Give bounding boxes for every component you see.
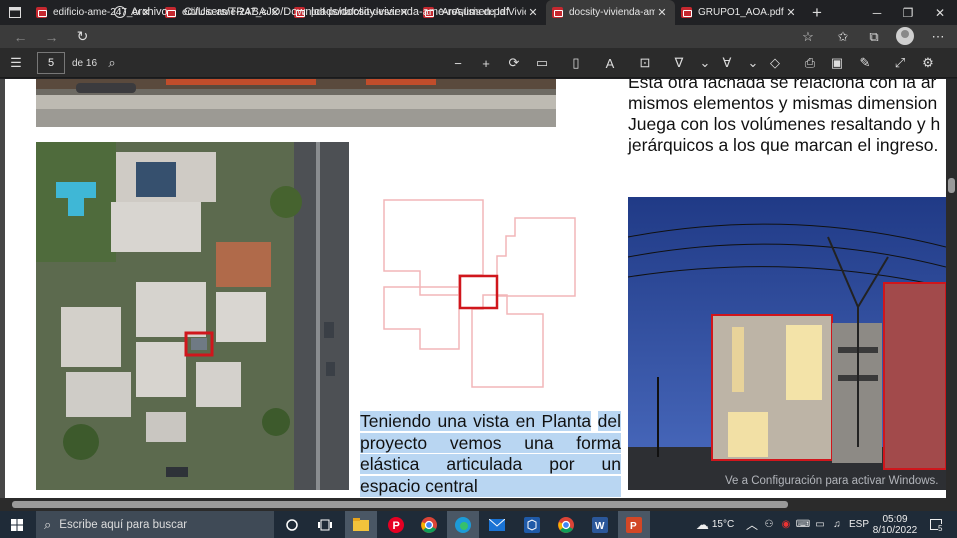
plan-caption: Teniendo una vista en Planta del proyect… (360, 411, 621, 497)
clock-time: 05:09 (882, 513, 908, 525)
aerial-photo (36, 142, 349, 490)
page-total-label: de 16 (72, 58, 98, 69)
text-icon[interactable]: ⊡ (635, 54, 655, 72)
print-icon[interactable]: ⎙ (800, 54, 820, 72)
clock-date: 8/10/2022 (872, 524, 918, 536)
draw-icon[interactable]: ∇ (669, 54, 689, 72)
pdf-page: Esta otra fachada se relaciona con la ar… (5, 79, 946, 498)
fullscreen-icon[interactable]: ⤢ (890, 54, 910, 72)
read-aloud-icon[interactable]: A (600, 54, 620, 72)
facade-paragraph: Esta otra fachada se relaciona con la ar… (628, 79, 946, 156)
fit-page-icon[interactable]: ▭ (532, 54, 552, 72)
cortana-icon[interactable] (276, 511, 308, 538)
weather-icon: ☁ (695, 516, 709, 532)
favorite-add-icon[interactable]: ☆ (795, 25, 821, 48)
paragraph-line: Esta otra fachada se relaciona con la ar (628, 79, 937, 92)
plan-diagram (383, 199, 576, 388)
restore-button[interactable]: ❐ (893, 0, 923, 25)
task-view-icon[interactable] (309, 511, 341, 538)
caption-line: Teniendo una vista en Planta (360, 411, 592, 431)
pdf-toolbar: ☰ ⌕ − + ⟳ ▭ ▯ A ⊡ ∇ ⌄ ∀ ⌄ ◇ ⎙ ▣ ✎ ⤢ ⚙ (0, 48, 957, 78)
highlight-icon[interactable]: ∀ (717, 54, 737, 72)
svg-text:P: P (630, 521, 637, 532)
language-indicator[interactable]: ESP (849, 511, 869, 538)
horizontal-scroll-thumb[interactable] (12, 501, 788, 508)
address-scheme-label: Archivo (131, 5, 168, 18)
collections-icon[interactable]: ⧉ (861, 25, 887, 48)
save-icon[interactable]: ▣ (827, 54, 847, 72)
file-explorer-icon[interactable] (345, 511, 377, 538)
vertical-scrollbar[interactable] (946, 79, 957, 498)
weather-widget[interactable]: ☁ 15°C (690, 511, 740, 538)
caption-line: espacio central (360, 475, 621, 497)
zoom-in-icon[interactable]: + (476, 54, 496, 72)
paragraph-line: mismos elementos y mismas dimension (628, 93, 938, 113)
page-view-icon[interactable]: ▯ (566, 54, 586, 72)
chevron-down-icon[interactable]: ⌄ (695, 54, 715, 72)
notifications-button[interactable]: 5 (928, 511, 944, 538)
taskbar-search[interactable]: ⌕ Escribe aquí para buscar (36, 511, 274, 538)
info-icon[interactable]: i (114, 5, 126, 18)
page-number-input[interactable]: 5 (37, 52, 65, 74)
sketchup-icon[interactable] (516, 511, 548, 538)
pinterest-icon[interactable]: P (380, 511, 412, 538)
erase-icon[interactable]: ◇ (765, 54, 785, 72)
search-icon: ⌕ (44, 516, 52, 532)
paragraph-line: jerárquicos a los que marcan el ingreso. (628, 135, 939, 155)
pdf-icon (36, 7, 47, 18)
zoom-out-icon[interactable]: − (448, 54, 468, 72)
contents-icon[interactable]: ☰ (6, 54, 26, 72)
network-icon[interactable]: ⌨ (796, 511, 810, 538)
facade-photo: Ve a Configuración para activar Windows. (628, 197, 946, 490)
search-placeholder: Escribe aquí para buscar (59, 518, 188, 531)
refresh-button[interactable]: ↻ (67, 25, 98, 48)
windows-logo-icon (11, 518, 23, 531)
powerpoint-icon[interactable]: P (618, 511, 650, 538)
tab-actions-icon[interactable] (0, 0, 30, 25)
minimize-button[interactable]: ─ (862, 0, 892, 25)
settings-icon[interactable]: ⚙ (918, 54, 938, 72)
notification-count: 5 (938, 524, 943, 533)
avatar[interactable] (896, 27, 914, 45)
activation-watermark: Ve a Configuración para activar Windows. (725, 475, 939, 487)
svg-text:P: P (393, 520, 400, 532)
chevron-up-icon[interactable]: ︿ (745, 511, 759, 538)
facade-photo-top (36, 79, 556, 127)
more-icon[interactable]: ⋯ (925, 25, 951, 48)
word-icon[interactable]: W (584, 511, 616, 538)
windows-start-button[interactable] (0, 511, 34, 538)
save-as-icon[interactable]: ✎ (855, 54, 875, 72)
volume-icon[interactable]: ♫ (830, 511, 844, 538)
svg-text:W: W (595, 521, 605, 532)
chrome-icon[interactable] (413, 511, 445, 538)
back-button[interactable]: ← (5, 25, 36, 48)
chrome-profile-icon[interactable] (550, 511, 582, 538)
vertical-scroll-thumb[interactable] (948, 178, 955, 193)
close-window-button[interactable]: ✕ (925, 0, 955, 25)
edge-icon[interactable] (447, 511, 479, 538)
paragraph-line: Juega con los volúmenes resaltando y h (628, 114, 941, 134)
people-icon[interactable]: ⚇ (762, 511, 776, 538)
alert-icon[interactable]: ◉ (779, 511, 793, 538)
caption-line: elástica articulada por un (360, 454, 621, 474)
search-icon[interactable]: ⌕ (102, 54, 122, 72)
rotate-icon[interactable]: ⟳ (504, 54, 524, 72)
chevron-down-icon[interactable]: ⌄ (743, 54, 763, 72)
mail-icon[interactable] (481, 511, 513, 538)
weather-temp: 15°C (711, 519, 735, 530)
forward-button[interactable]: → (36, 25, 67, 48)
url-text: C:/Users/TRABAJO/Downloads/docsity-vivie… (183, 5, 509, 18)
url-field[interactable]: i Archivo C:/Users/TRABAJO/Downloads/doc… (100, 2, 825, 21)
favorites-icon[interactable]: ✩ (830, 25, 856, 48)
battery-icon[interactable]: ▭ (813, 511, 827, 538)
clock[interactable]: 05:09 8/10/2022 (872, 511, 918, 538)
